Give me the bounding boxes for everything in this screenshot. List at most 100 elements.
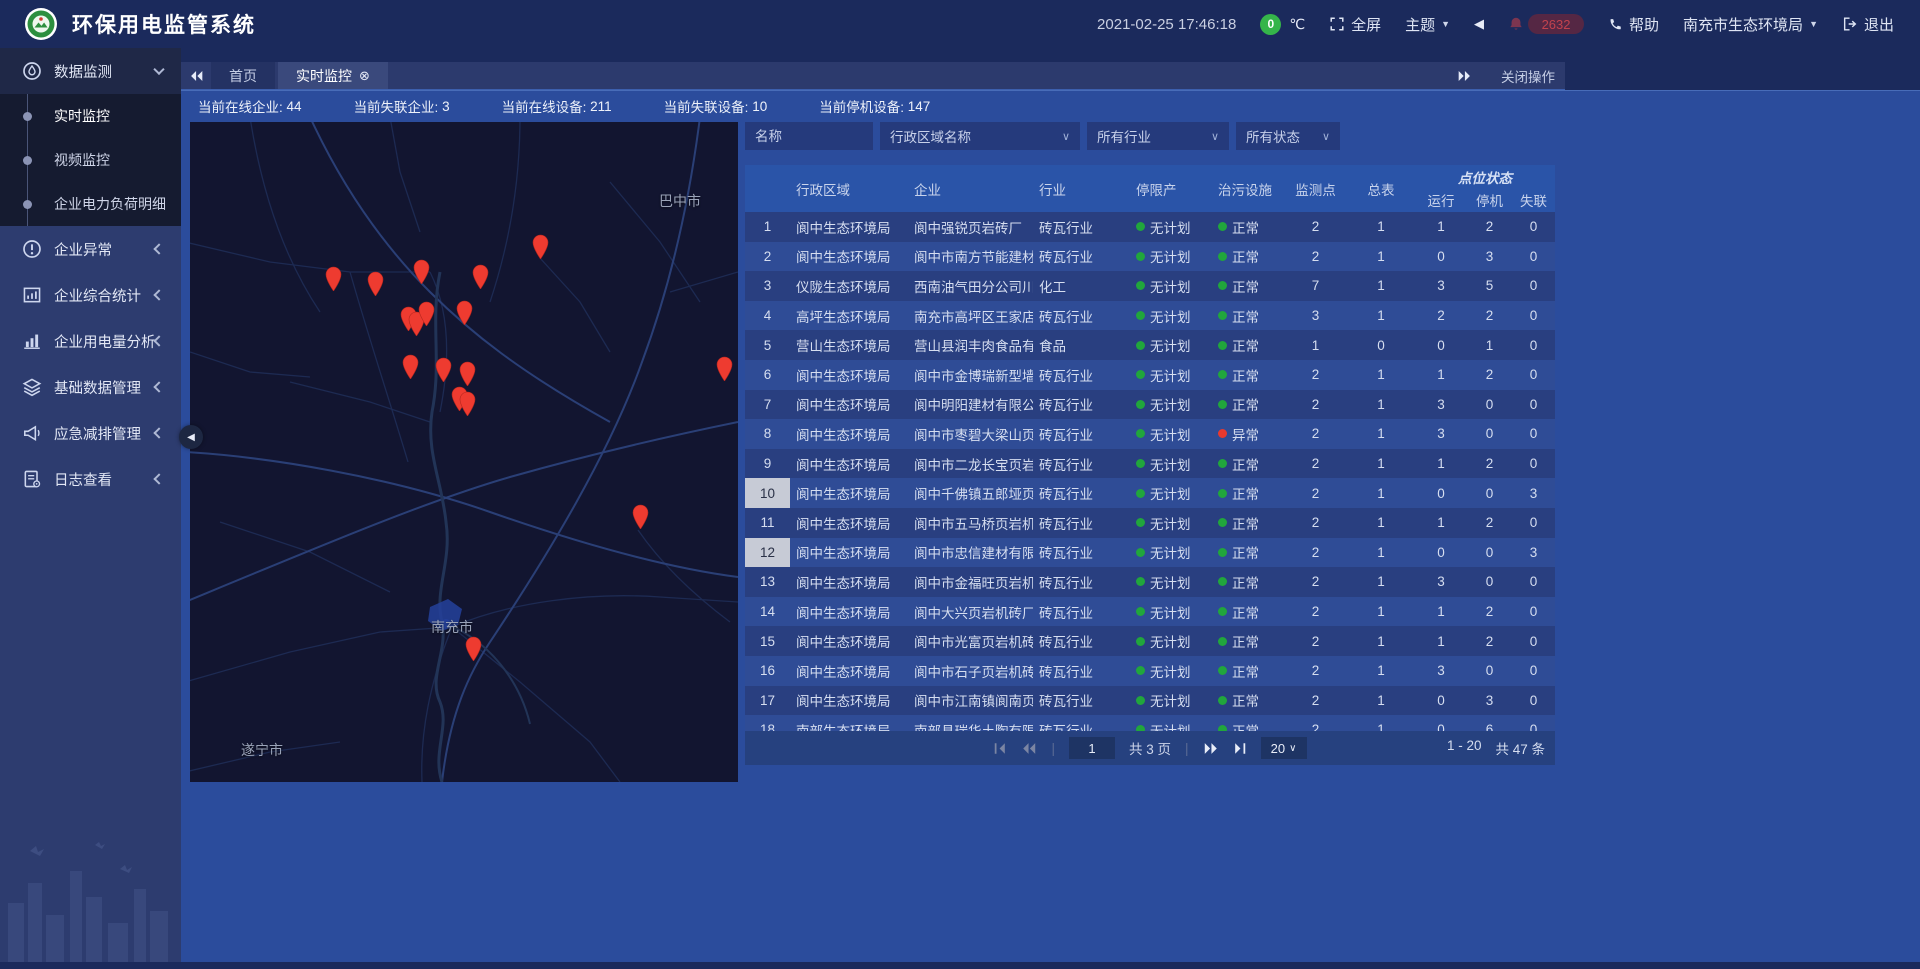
double-chevron-left-icon <box>1021 742 1037 755</box>
table-row[interactable]: 6 阆中生态环境局 阆中市金博瑞新型墙材 砖瓦行业 无计划 正常 2 1 1 2… <box>745 360 1555 390</box>
status-dot-icon <box>1136 637 1145 646</box>
cell-stop: 2 <box>1467 597 1512 627</box>
logout-button[interactable]: 退出 <box>1842 14 1894 35</box>
sound-toggle-button[interactable]: ◀ <box>1474 16 1484 32</box>
tab[interactable]: 实时监控 ⊗ <box>278 62 388 89</box>
cell-facility: 正常 <box>1212 478 1284 508</box>
cell-region: 阆中生态环境局 <box>790 508 908 538</box>
cell-region: 阆中生态环境局 <box>790 626 908 656</box>
table-row[interactable]: 18 南部生态环境局 南部县瑞华土陶有限公 砖瓦行业 无计划 正常 2 1 0 … <box>745 715 1555 731</box>
sidebar-item[interactable]: 企业综合统计 <box>0 272 181 318</box>
map-collapse-button[interactable]: ◀ <box>179 425 203 449</box>
table-row[interactable]: 7 阆中生态环境局 阆中明阳建材有限公司 砖瓦行业 无计划 正常 2 1 3 0… <box>745 390 1555 420</box>
map-marker-pin-icon[interactable] <box>458 390 477 416</box>
first-page-button[interactable] <box>993 742 1007 755</box>
table-row[interactable]: 14 阆中生态环境局 阆中大兴页岩机砖厂 砖瓦行业 无计划 正常 2 1 1 2… <box>745 597 1555 627</box>
industry-filter-select[interactable]: 所有行业 ∨ <box>1087 122 1229 150</box>
sidebar-item[interactable]: 基础数据管理 <box>0 364 181 410</box>
cell-lost: 0 <box>1512 242 1555 272</box>
map-panel[interactable]: 巴中市南充市遂宁市 <box>190 122 738 782</box>
status-dot-icon <box>1136 489 1145 498</box>
map-marker-pin-icon[interactable] <box>401 353 420 379</box>
notification-button[interactable]: 2632 <box>1508 14 1584 34</box>
map-marker-pin-icon[interactable] <box>366 270 385 296</box>
name-filter-input[interactable] <box>745 122 873 150</box>
status-dot-icon <box>1136 341 1145 350</box>
map-marker-pin-icon[interactable] <box>455 299 474 325</box>
sidebar-item[interactable]: 应急减排管理 <box>0 410 181 456</box>
map-marker-pin-icon[interactable] <box>434 356 453 382</box>
sidebar-item[interactable]: 企业异常 <box>0 226 181 272</box>
map-marker-pin-icon[interactable] <box>531 233 550 259</box>
fullscreen-button[interactable]: 全屏 <box>1329 14 1381 35</box>
map-marker-pin-icon[interactable] <box>458 360 477 386</box>
next-page-button[interactable] <box>1203 742 1219 755</box>
sidebar-item[interactable]: 日志查看 <box>0 456 181 502</box>
map-marker-pin-icon[interactable] <box>464 635 483 661</box>
table-row[interactable]: 9 阆中生态环境局 阆中市二龙长宝页岩砖 砖瓦行业 无计划 正常 2 1 1 2… <box>745 449 1555 479</box>
table-row[interactable]: 8 阆中生态环境局 阆中市枣碧大梁山页岩 砖瓦行业 无计划 异常 2 1 3 0… <box>745 419 1555 449</box>
page-title: 环保用电监管系统 <box>72 9 256 39</box>
page-size-select[interactable]: 20 ∨ <box>1261 737 1307 759</box>
status-dot-icon <box>1218 696 1227 705</box>
status-filter-select[interactable]: 所有状态 ∨ <box>1236 122 1340 150</box>
sidebar-subitem[interactable]: 企业电力负荷明细 <box>0 182 181 226</box>
map-marker-pin-icon[interactable] <box>412 258 431 284</box>
total-count-label: 共 47 条 <box>1495 738 1545 758</box>
page-number-input[interactable] <box>1069 737 1115 759</box>
table-row[interactable]: 12 阆中生态环境局 阆中市忠信建材有限公 砖瓦行业 无计划 正常 2 1 0 … <box>745 538 1555 568</box>
table-row[interactable]: 5 营山生态环境局 营山县润丰肉食品有限 食品 无计划 正常 1 0 0 1 0 <box>745 330 1555 360</box>
sidebar-subitem[interactable]: 视频监控 <box>0 138 181 182</box>
map-marker-pin-icon[interactable] <box>631 503 650 529</box>
tabs-scroll-right-button[interactable] <box>1449 70 1479 82</box>
status-dot-icon <box>1218 370 1227 379</box>
cell-points: 2 <box>1284 686 1347 716</box>
close-operations-button[interactable]: 关闭操作 <box>1501 66 1555 86</box>
table-row[interactable]: 2 阆中生态环境局 阆中市南方节能建材有 砖瓦行业 无计划 正常 2 1 0 3… <box>745 242 1555 272</box>
cell-company: 南充市高坪区王家店建 <box>908 301 1033 331</box>
facility-text: 正常 <box>1232 306 1259 326</box>
map-marker-pin-icon[interactable] <box>324 265 343 291</box>
table-row[interactable]: 15 阆中生态环境局 阆中市光富页岩机砖厂 砖瓦行业 无计划 正常 2 1 1 … <box>745 626 1555 656</box>
theme-dropdown[interactable]: 主题 ▼ <box>1405 14 1450 35</box>
sidebar-item[interactable]: 企业用电量分析 <box>0 318 181 364</box>
last-page-button[interactable] <box>1233 742 1247 755</box>
table-row[interactable]: 10 阆中生态环境局 阆中千佛镇五郎垭页岩 砖瓦行业 无计划 正常 2 1 0 … <box>745 478 1555 508</box>
cell-meters: 1 <box>1347 212 1415 242</box>
sidebar-submenu: 实时监控 视频监控 企业电力负荷明细 <box>0 94 181 226</box>
cell-meters: 1 <box>1347 390 1415 420</box>
prev-page-button[interactable] <box>1021 742 1037 755</box>
table-row[interactable]: 3 仪陇生态环境局 西南油气田分公司川中 化工 无计划 正常 7 1 3 5 0 <box>745 271 1555 301</box>
facility-text: 正常 <box>1232 690 1259 710</box>
log-file-icon <box>22 469 42 489</box>
cell-meters: 1 <box>1347 301 1415 331</box>
cell-limit: 无计划 <box>1130 686 1212 716</box>
table-row[interactable]: 16 阆中生态环境局 阆中市石子页岩机砖厂 砖瓦行业 无计划 正常 2 1 3 … <box>745 656 1555 686</box>
table-row[interactable]: 1 阆中生态环境局 阆中强锐页岩砖厂 砖瓦行业 无计划 正常 2 1 1 2 0 <box>745 212 1555 242</box>
cell-region: 阆中生态环境局 <box>790 656 908 686</box>
table-row[interactable]: 13 阆中生态环境局 阆中市金福旺页岩机砖 砖瓦行业 无计划 正常 2 1 3 … <box>745 567 1555 597</box>
table-row[interactable]: 17 阆中生态环境局 阆中市江南镇阆南页岩 砖瓦行业 无计划 正常 2 1 0 … <box>745 686 1555 716</box>
map-marker-pin-icon[interactable] <box>715 355 734 381</box>
bullet-icon <box>23 156 32 165</box>
user-dropdown[interactable]: 南充市生态环境局 ▼ <box>1683 14 1818 35</box>
region-filter-select[interactable]: 行政区域名称 ∨ <box>880 122 1080 150</box>
cell-points: 2 <box>1284 212 1347 242</box>
tab[interactable]: 首页 <box>211 62 275 89</box>
table-row[interactable]: 11 阆中生态环境局 阆中市五马桥页岩机砖 砖瓦行业 无计划 正常 2 1 1 … <box>745 508 1555 538</box>
map-marker-pin-icon[interactable] <box>417 300 436 326</box>
cell-company: 阆中市江南镇阆南页岩 <box>908 686 1033 716</box>
status-dot-icon <box>1136 607 1145 616</box>
tab-close-icon[interactable]: ⊗ <box>359 68 370 84</box>
sidebar-item[interactable]: 数据监测 <box>0 48 181 94</box>
tabs-scroll-left-button[interactable] <box>181 62 211 89</box>
map-marker-pin-icon[interactable] <box>471 263 490 289</box>
help-button[interactable]: 帮助 <box>1608 14 1659 35</box>
bullet-icon <box>23 200 32 209</box>
region-filter-value: 行政区域名称 <box>890 126 971 146</box>
cell-region: 阆中生态环境局 <box>790 449 908 479</box>
bar-chart-icon <box>22 331 42 351</box>
table-row[interactable]: 4 高坪生态环境局 南充市高坪区王家店建 砖瓦行业 无计划 正常 3 1 2 2… <box>745 301 1555 331</box>
bell-icon <box>1508 16 1524 32</box>
sidebar-subitem[interactable]: 实时监控 <box>0 94 181 138</box>
